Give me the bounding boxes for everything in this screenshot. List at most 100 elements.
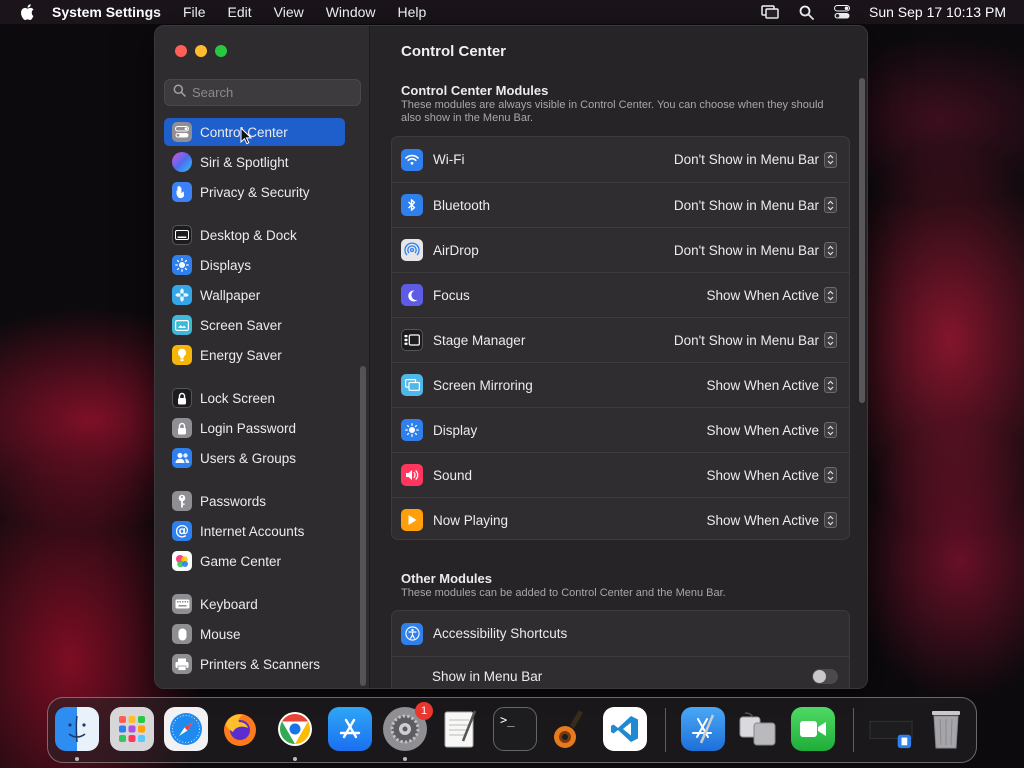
screen-saver-icon: [172, 315, 192, 335]
terminal-icon[interactable]: >_: [493, 707, 537, 751]
users-icon: [172, 448, 192, 468]
module-row-now-playing: Now Playing Show When Active: [392, 497, 849, 542]
spotlight-search-icon[interactable]: [797, 3, 815, 21]
wifi-menu-bar-select[interactable]: Don't Show in Menu Bar: [674, 151, 837, 168]
menu-help[interactable]: Help: [398, 4, 427, 20]
launchpad-icon[interactable]: [110, 707, 154, 751]
sidebar-item-label: Wallpaper: [200, 287, 261, 303]
bluetooth-menu-bar-select[interactable]: Don't Show in Menu Bar: [674, 197, 837, 213]
screen-mirror-menu-icon[interactable]: [761, 3, 779, 21]
control-center-menu-icon[interactable]: [833, 3, 851, 21]
sidebar-item-users-groups[interactable]: Users & Groups: [164, 444, 345, 472]
sound-menu-bar-select[interactable]: Show When Active: [706, 467, 837, 483]
sidebar-item-game-center[interactable]: Game Center: [164, 547, 345, 575]
dock: 1 >_: [47, 697, 977, 763]
xcode-icon[interactable]: [681, 707, 725, 751]
printer-icon: [172, 654, 192, 674]
accessibility-icon: [401, 622, 423, 645]
show-in-menu-bar-label: Show in Menu Bar: [432, 669, 543, 684]
textedit-icon[interactable]: [438, 707, 482, 751]
app-store-icon[interactable]: [328, 707, 372, 751]
sidebar-item-label: Screen Saver: [200, 317, 282, 333]
menu-app-name[interactable]: System Settings: [52, 4, 161, 20]
modules-section-title: Control Center Modules: [401, 83, 549, 98]
module-row-display: Display Show When Active: [392, 407, 849, 452]
sidebar-item-printers-scanners[interactable]: Printers & Scanners: [164, 650, 345, 678]
module-label: Stage Manager: [433, 332, 526, 348]
sidebar-item-siri-spotlight[interactable]: Siri & Spotlight: [164, 148, 345, 176]
module-label: Sound: [433, 467, 473, 483]
stage-manager-menu-bar-select[interactable]: Don't Show in Menu Bar: [674, 332, 837, 348]
sidebar-item-keyboard[interactable]: Keyboard: [164, 590, 345, 618]
firefox-icon[interactable]: [218, 707, 262, 751]
system-settings-running-indicator: [403, 757, 407, 761]
chevron-up-down-icon: [824, 197, 837, 213]
sidebar-item-label: Game Center: [200, 553, 282, 569]
sidebar-item-privacy-security[interactable]: Privacy & Security: [164, 178, 345, 206]
sidebar-item-screen-saver[interactable]: Screen Saver: [164, 311, 345, 339]
minimize-window-button[interactable]: [195, 45, 207, 57]
sidebar-item-passwords[interactable]: Passwords: [164, 487, 345, 515]
focus-menu-bar-select[interactable]: Show When Active: [706, 287, 837, 303]
module-row-sound: Sound Show When Active: [392, 452, 849, 497]
keyboard-icon: [172, 594, 192, 614]
sidebar-search[interactable]: [164, 79, 361, 106]
sidebar-item-internet-accounts[interactable]: @ Internet Accounts: [164, 517, 345, 545]
sidebar-item-desktop-dock[interactable]: Desktop & Dock: [164, 221, 345, 249]
facetime-icon[interactable]: [791, 707, 835, 751]
menu-edit[interactable]: Edit: [228, 4, 252, 20]
chevron-up-down-icon: [824, 332, 837, 348]
close-window-button[interactable]: [175, 45, 187, 57]
page-title: Control Center: [401, 43, 506, 60]
menu-view[interactable]: View: [274, 4, 304, 20]
select-value: Show When Active: [706, 467, 819, 483]
sidebar-item-lock-screen[interactable]: Lock Screen: [164, 384, 345, 412]
sidebar-item-displays[interactable]: Displays: [164, 251, 345, 279]
content-scrollbar[interactable]: [859, 78, 865, 403]
mouse-icon: [172, 624, 192, 644]
migration-assistant-icon[interactable]: [736, 707, 780, 751]
chevron-up-down-icon: [824, 422, 837, 438]
garageband-icon[interactable]: [548, 707, 592, 751]
module-row-focus: Focus Show When Active: [392, 272, 849, 317]
safari-icon[interactable]: [164, 707, 208, 751]
sidebar-item-login-password[interactable]: Login Password: [164, 414, 345, 442]
chevron-up-down-icon: [824, 377, 837, 393]
modules-card: Wi-Fi Don't Show in Menu Bar Bluetooth D…: [391, 136, 850, 540]
menu-window[interactable]: Window: [326, 4, 376, 20]
sidebar-item-mouse[interactable]: Mouse: [164, 620, 345, 648]
key-icon: [172, 491, 192, 511]
sidebar-scrollbar[interactable]: [360, 366, 366, 686]
chrome-icon[interactable]: [273, 707, 317, 751]
select-value: Show When Active: [706, 422, 819, 438]
menu-file[interactable]: File: [183, 4, 206, 20]
sidebar-item-wallpaper[interactable]: Wallpaper: [164, 281, 345, 309]
finder-running-indicator: [75, 757, 79, 761]
now-playing-menu-bar-select[interactable]: Show When Active: [706, 512, 837, 528]
apple-icon[interactable]: [18, 2, 38, 22]
other-modules-section-description: These modules can be added to Control Ce…: [401, 587, 726, 599]
stage-manager-icon: [401, 329, 423, 351]
control-center-icon: [172, 122, 192, 142]
zoom-window-button[interactable]: [215, 45, 227, 57]
vscode-icon[interactable]: [603, 707, 647, 751]
display-sun-icon: [401, 419, 423, 441]
menu-bar-clock[interactable]: Sun Sep 17 10:13 PM: [869, 4, 1006, 20]
downloads-stack-icon[interactable]: [869, 707, 913, 751]
search-input[interactable]: [192, 85, 352, 100]
show-in-menu-bar-toggle[interactable]: [812, 669, 838, 684]
trash-icon[interactable]: [924, 707, 968, 751]
module-label: Focus: [433, 287, 470, 303]
sidebar-item-label: Lock Screen: [200, 390, 276, 406]
search-icon: [173, 84, 186, 102]
display-menu-bar-select[interactable]: Show When Active: [706, 422, 837, 438]
sidebar-item-label: Users & Groups: [200, 450, 297, 466]
screen-mirroring-menu-bar-select[interactable]: Show When Active: [706, 377, 837, 393]
sidebar-item-control-center[interactable]: Control Center: [164, 118, 345, 146]
airdrop-menu-bar-select[interactable]: Don't Show in Menu Bar: [674, 242, 837, 258]
module-label: Bluetooth: [433, 197, 491, 213]
system-settings-icon[interactable]: 1: [383, 702, 433, 751]
sidebar-item-energy-saver[interactable]: Energy Saver: [164, 341, 345, 369]
module-row-airdrop: AirDrop Don't Show in Menu Bar: [392, 227, 849, 272]
finder-icon[interactable]: [55, 707, 99, 751]
